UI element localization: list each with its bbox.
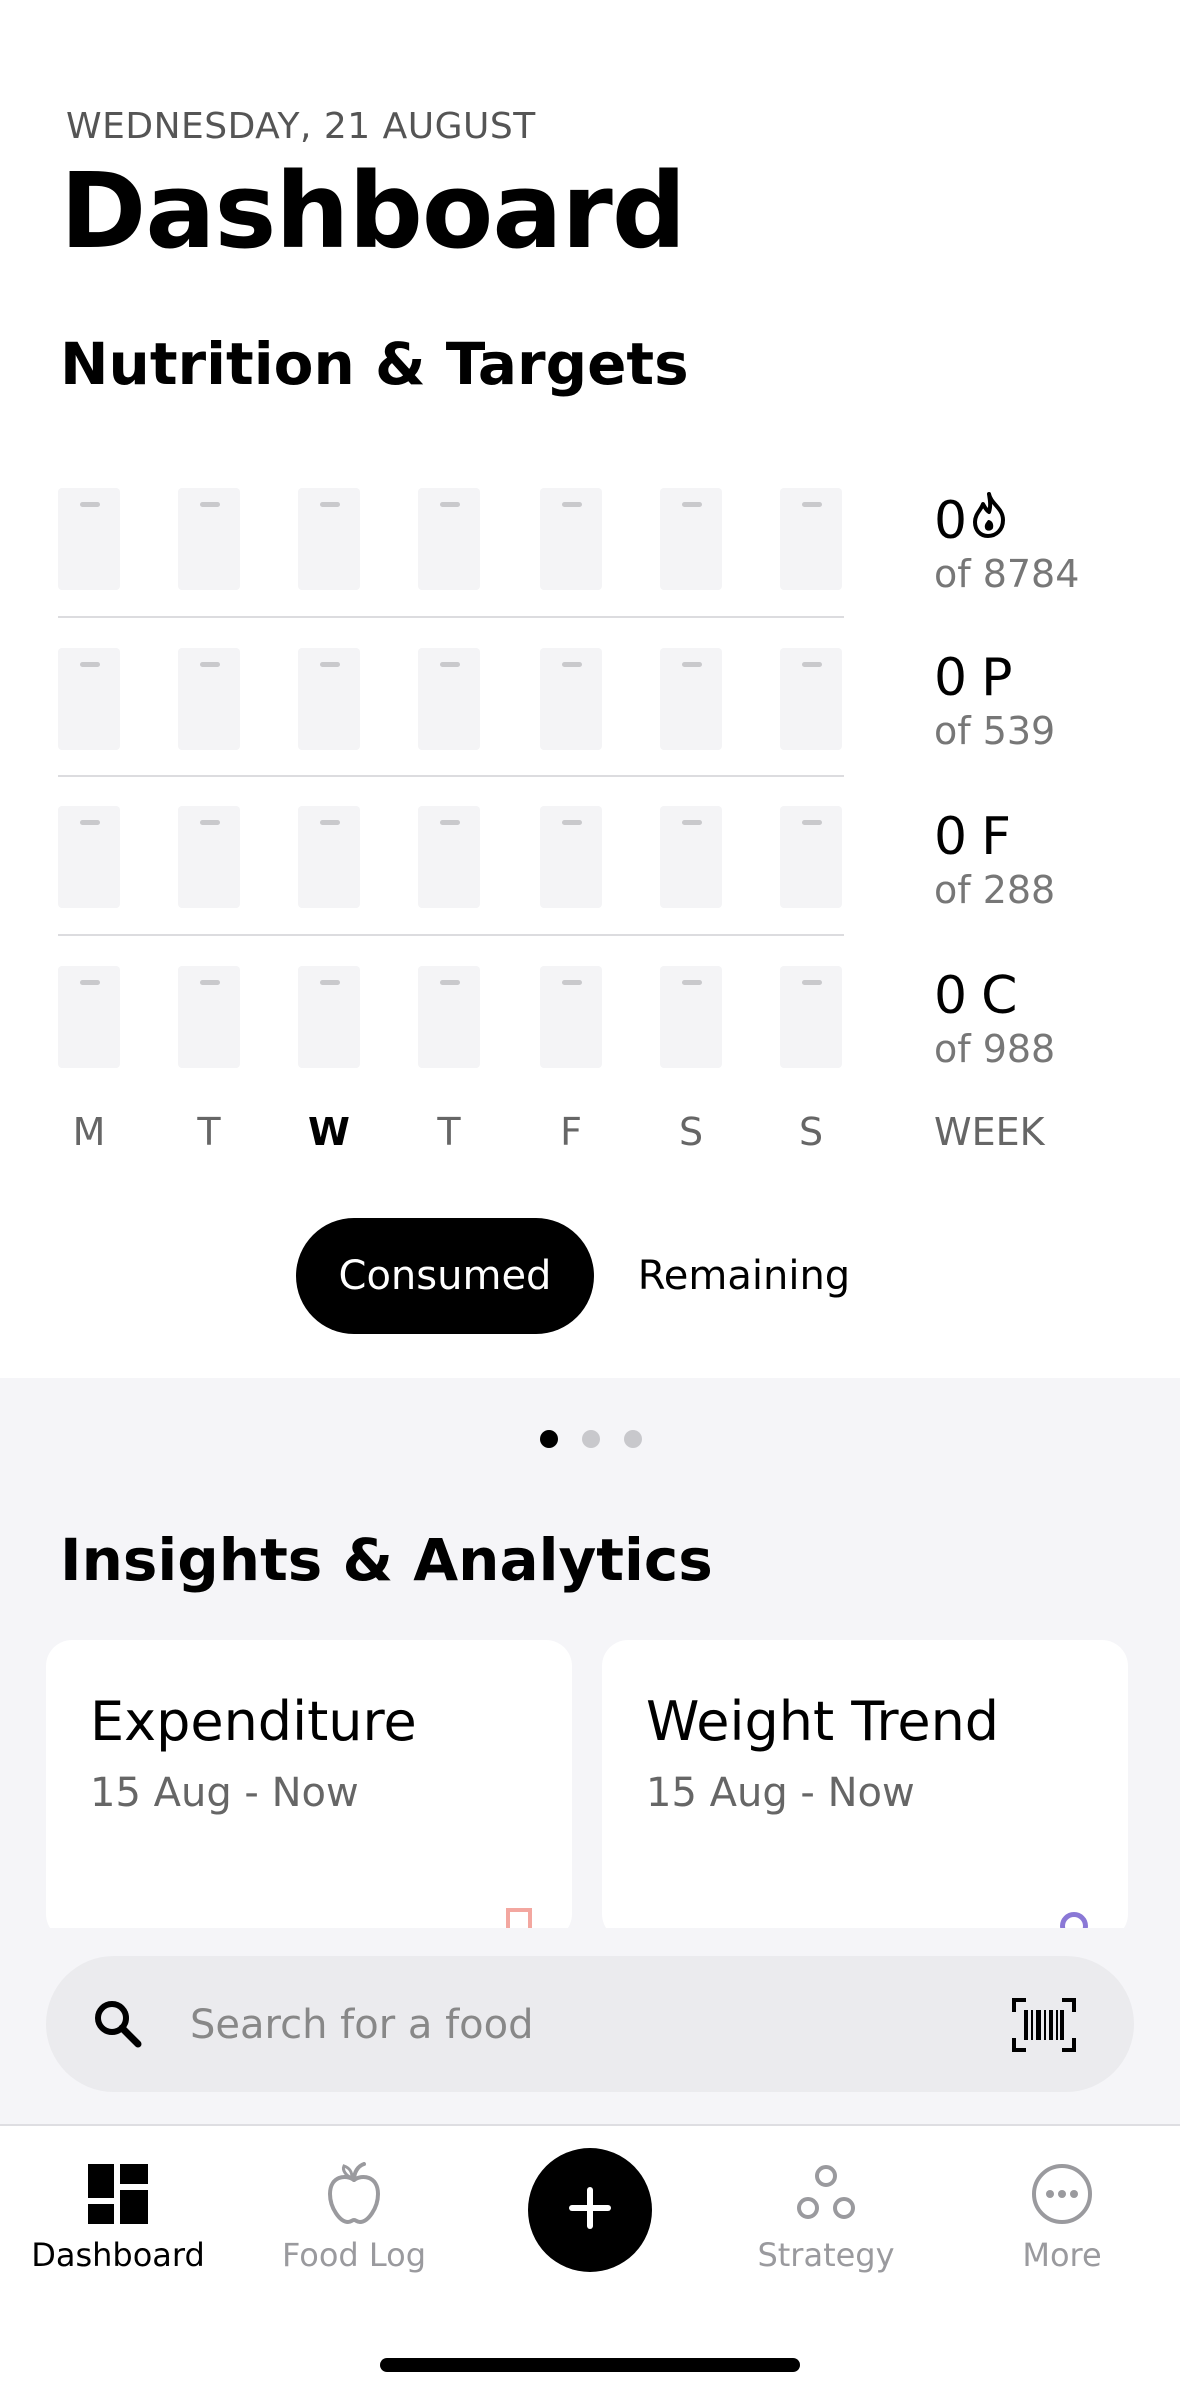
day-label-wed[interactable]: W — [298, 1110, 360, 1154]
search-bar[interactable] — [46, 1956, 1134, 2092]
search-icon — [90, 1996, 146, 2056]
nav-food-log[interactable]: Food Log — [244, 2162, 464, 2274]
flame-icon — [969, 490, 1009, 551]
day-cell — [178, 966, 240, 1068]
day-label-sun[interactable]: S — [780, 1110, 842, 1154]
protein-unit: P — [981, 648, 1013, 708]
day-label-fri[interactable]: F — [540, 1110, 602, 1154]
card-subtitle: 15 Aug - Now — [646, 1770, 915, 1816]
day-cell — [660, 648, 722, 750]
day-cell — [58, 488, 120, 590]
day-label-thu[interactable]: T — [418, 1110, 480, 1154]
carbs-value: 0 — [934, 966, 968, 1026]
page-indicator[interactable] — [540, 1430, 642, 1448]
day-cell — [660, 488, 722, 590]
nav-more[interactable]: More — [952, 2162, 1172, 2274]
fat-unit: F — [981, 807, 1012, 867]
day-cell — [780, 966, 842, 1068]
day-cell — [418, 966, 480, 1068]
nav-label: Dashboard — [31, 2236, 205, 2274]
day-label-mon[interactable]: M — [58, 1110, 120, 1154]
calories-value: 0 — [934, 490, 968, 551]
protein-row — [58, 648, 844, 754]
more-icon — [1030, 2164, 1094, 2230]
card-title: Weight Trend — [646, 1690, 1000, 1753]
fat-target: of 288 — [934, 868, 1056, 912]
calories-target: of 8784 — [934, 552, 1080, 596]
protein-metric: 0 P of 539 — [934, 648, 1055, 754]
current-date: WEDNESDAY, 21 AUGUST — [66, 106, 536, 147]
dashboard-icon — [86, 2164, 150, 2230]
day-label-sat[interactable]: S — [660, 1110, 722, 1154]
card-subtitle: 15 Aug - Now — [90, 1770, 359, 1816]
nav-label: Strategy — [757, 2236, 895, 2274]
day-cell — [178, 648, 240, 750]
row-divider — [58, 775, 844, 777]
day-label-tue[interactable]: T — [178, 1110, 240, 1154]
carbs-row — [58, 966, 844, 1072]
apple-icon — [322, 2162, 386, 2230]
day-cell — [780, 806, 842, 908]
row-divider — [58, 616, 844, 618]
nav-label: More — [1022, 2236, 1102, 2274]
insights-section-title: Insights & Analytics — [60, 1526, 713, 1594]
fat-metric: 0 F of 288 — [934, 807, 1055, 913]
add-button[interactable] — [528, 2148, 652, 2272]
day-cell — [780, 488, 842, 590]
page-title: Dashboard — [60, 150, 686, 272]
barcode-scanner-icon[interactable] — [1012, 1998, 1076, 2056]
plus-icon — [568, 2186, 612, 2234]
nav-strategy[interactable]: Strategy — [716, 2162, 936, 2274]
consumed-toggle-button[interactable]: Consumed — [296, 1218, 594, 1334]
nutrition-section-title: Nutrition & Targets — [60, 330, 689, 398]
carbs-target: of 988 — [934, 1027, 1056, 1071]
calories-row — [58, 488, 844, 594]
fat-value: 0 — [934, 807, 968, 867]
day-cell — [540, 488, 602, 590]
week-label[interactable]: WEEK — [934, 1110, 1045, 1154]
day-cell — [418, 648, 480, 750]
day-cell — [298, 806, 360, 908]
search-input[interactable] — [188, 1986, 1012, 2064]
card-title: Expenditure — [90, 1690, 417, 1753]
strategy-icon — [794, 2165, 858, 2230]
page-dot-active[interactable] — [540, 1430, 558, 1448]
day-cell — [780, 648, 842, 750]
carbs-metric: 0 C of 988 — [934, 966, 1055, 1072]
home-indicator[interactable] — [380, 2358, 800, 2372]
weight-trend-card[interactable]: Weight Trend 15 Aug - Now — [602, 1640, 1128, 1940]
day-cell — [58, 648, 120, 750]
nav-dashboard[interactable]: Dashboard — [8, 2162, 228, 2274]
remaining-toggle-button[interactable]: Remaining — [624, 1218, 864, 1334]
row-divider — [58, 934, 844, 936]
page-dot[interactable] — [624, 1430, 642, 1448]
day-cell — [660, 806, 722, 908]
day-cell — [660, 966, 722, 1068]
day-cell — [298, 648, 360, 750]
day-cell — [178, 806, 240, 908]
carbs-unit: C — [981, 966, 1018, 1026]
expenditure-card[interactable]: Expenditure 15 Aug - Now — [46, 1640, 572, 1940]
fat-row — [58, 806, 844, 912]
day-cell — [178, 488, 240, 590]
bottom-navigation: Dashboard Food Log Strategy More — [0, 2124, 1180, 2398]
nav-label: Food Log — [281, 2236, 427, 2274]
day-cell — [540, 806, 602, 908]
day-cell — [418, 806, 480, 908]
page-dot[interactable] — [582, 1430, 600, 1448]
day-cell — [298, 966, 360, 1068]
day-cell — [58, 806, 120, 908]
day-cell — [58, 966, 120, 1068]
protein-value: 0 — [934, 648, 968, 708]
calories-metric: 0 of 8784 — [934, 490, 1079, 597]
day-cell — [298, 488, 360, 590]
protein-target: of 539 — [934, 709, 1056, 753]
day-cell — [540, 648, 602, 750]
day-cell — [418, 488, 480, 590]
day-cell — [540, 966, 602, 1068]
